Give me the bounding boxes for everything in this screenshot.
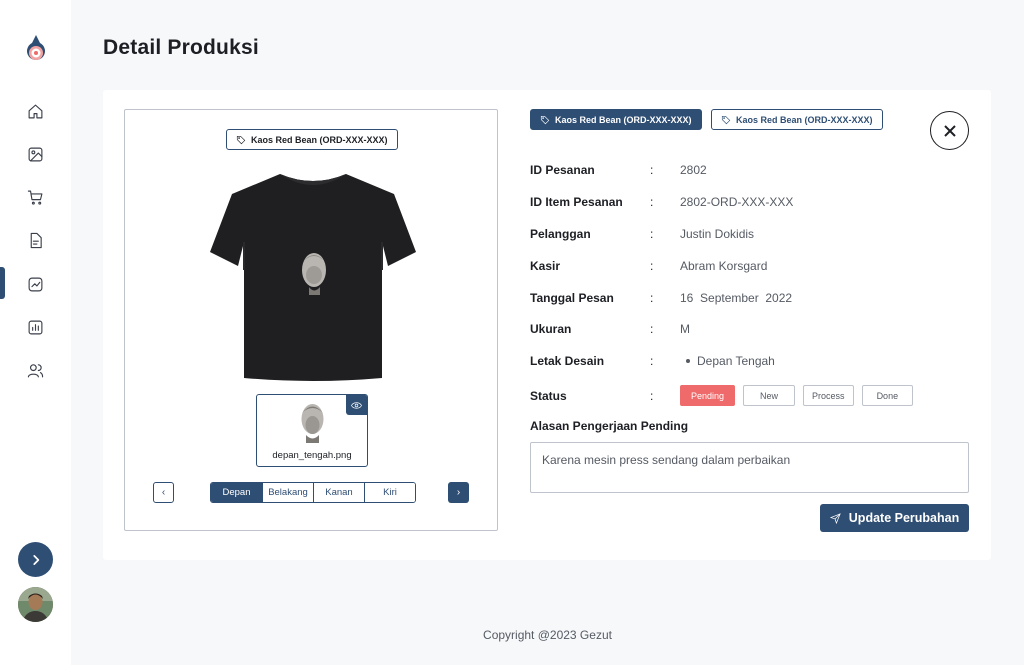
chevron-right-icon: [32, 554, 39, 565]
send-icon: [829, 512, 841, 524]
field-colon: :: [650, 163, 654, 177]
status-new-button[interactable]: New: [743, 385, 796, 406]
product-preview: Kaos Red Bean (ORD-XXX-XXX) depan_tengah…: [124, 109, 498, 531]
bullet-dot: [686, 359, 690, 363]
field-label: Letak Desain: [530, 354, 605, 368]
design-thumbnail[interactable]: depan_tengah.png: [256, 394, 368, 467]
field-label: Tanggal Pesan: [530, 291, 614, 305]
nav-cart-icon[interactable]: [24, 186, 46, 208]
field-colon: :: [650, 322, 654, 336]
nav-bar-chart-icon[interactable]: [24, 316, 46, 338]
field-value: Justin Dokidis: [680, 227, 755, 241]
field-id-item-pesanan: ID Item Pesanan : 2802-ORD-XXX-XXX: [530, 193, 793, 211]
field-label: Pelanggan: [530, 227, 591, 241]
field-ukuran: Ukuran : M: [530, 320, 690, 338]
preview-eye-button[interactable]: [346, 395, 367, 415]
field-colon: :: [650, 388, 654, 403]
nav-document-icon[interactable]: [24, 229, 46, 251]
field-label: ID Pesanan: [530, 163, 595, 177]
active-nav-indicator: [0, 267, 5, 299]
previous-view-button[interactable]: ‹: [153, 482, 174, 503]
field-value: M: [680, 322, 690, 336]
thumbnail-filename: depan_tengah.png: [272, 450, 352, 461]
product-tag-selected[interactable]: Kaos Red Bean (ORD-XXX-XXX): [530, 109, 702, 130]
field-kasir: Kasir : Abram Korsgard: [530, 257, 767, 275]
nav-chart-trend-icon[interactable]: [24, 273, 46, 295]
user-avatar[interactable]: [18, 587, 53, 622]
field-tanggal-pesan: Tanggal Pesan : 16 September 2022: [530, 289, 792, 307]
eye-icon: [351, 401, 362, 409]
update-button[interactable]: Update Perubahan: [820, 504, 969, 532]
view-tabs: Depan Belakang Kanan Kiri: [210, 482, 416, 503]
reason-textarea[interactable]: Karena mesin press sendang dalam perbaik…: [530, 442, 969, 493]
product-tag[interactable]: Kaos Red Bean (ORD-XXX-XXX): [711, 109, 883, 130]
product-tag-label: Kaos Red Bean (ORD-XXX-XXX): [555, 114, 692, 125]
field-value: Depan Tengah: [697, 354, 775, 368]
field-label: Kasir: [530, 259, 561, 273]
status-done-button[interactable]: Done: [861, 385, 914, 406]
footer-copyright: Copyright @2023 Gezut: [483, 628, 612, 642]
nav-home-icon[interactable]: [24, 100, 46, 122]
field-colon: :: [650, 259, 654, 273]
brand-logo: [27, 35, 45, 61]
tag-icon: [236, 135, 246, 144]
field-value: 2802: [680, 163, 707, 177]
product-tag-label: Kaos Red Bean (ORD-XXX-XXX): [736, 114, 873, 125]
field-letak-desain: Letak Desain : Depan Tengah: [530, 352, 775, 370]
field-colon: :: [650, 227, 654, 241]
field-pelanggan: Pelanggan : Justin Dokidis: [530, 225, 754, 243]
sidebar: [0, 0, 71, 665]
field-label: Status: [530, 388, 567, 403]
field-colon: :: [650, 195, 654, 209]
next-view-button[interactable]: ›: [448, 482, 469, 503]
production-detail-card: Kaos Red Bean (ORD-XXX-XXX) depan_tengah…: [103, 90, 991, 560]
field-colon: :: [650, 291, 654, 305]
field-status: Status : Pending New Process Done: [530, 385, 921, 406]
status-process-button[interactable]: Process: [803, 385, 854, 406]
field-id-pesanan: ID Pesanan : 2802: [530, 161, 707, 179]
preview-product-tag: Kaos Red Bean (ORD-XXX-XXX): [226, 129, 398, 150]
tag-icon: [540, 115, 550, 124]
tab-depan[interactable]: Depan: [211, 483, 262, 502]
design-thumbnail-image: [301, 404, 324, 443]
close-icon: [943, 124, 956, 137]
tag-icon: [721, 115, 731, 124]
tab-kiri[interactable]: Kiri: [364, 483, 415, 502]
close-button[interactable]: [930, 111, 969, 150]
nav-users-icon[interactable]: [24, 359, 46, 381]
field-label: Ukuran: [530, 322, 572, 336]
expand-sidebar-button[interactable]: [18, 542, 53, 577]
field-colon: :: [650, 354, 654, 368]
field-value: 2802-ORD-XXX-XXX: [680, 195, 794, 209]
status-pending-button[interactable]: Pending: [680, 385, 736, 406]
field-value: Abram Korsgard: [680, 259, 768, 273]
reason-label: Alasan Pengerjaan Pending: [530, 419, 689, 433]
page-title: Detail Produksi: [103, 36, 259, 59]
update-button-label: Update Perubahan: [848, 511, 960, 525]
tab-kanan[interactable]: Kanan: [313, 483, 364, 502]
field-label: ID Item Pesanan: [530, 195, 623, 209]
tshirt-mockup-image: [210, 174, 416, 381]
preview-tag-label: Kaos Red Bean (ORD-XXX-XXX): [251, 134, 388, 145]
field-value: 16 September 2022: [680, 291, 793, 305]
nav-image-icon[interactable]: [24, 143, 46, 165]
tab-belakang[interactable]: Belakang: [262, 483, 313, 502]
